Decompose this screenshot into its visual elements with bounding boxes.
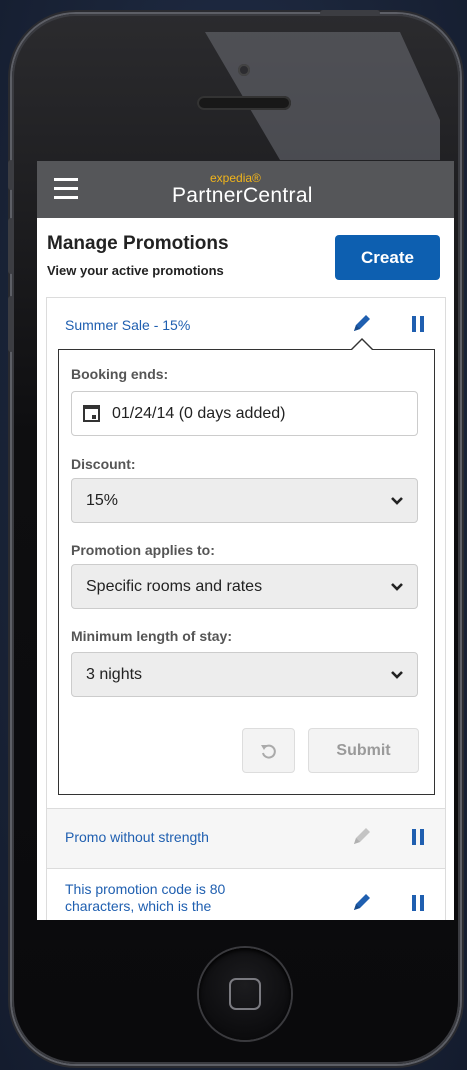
pencil-icon[interactable] (351, 891, 373, 913)
promotion-name-line: This promotion code is 80 (65, 881, 226, 897)
promotion-row: Promo without strength (47, 808, 445, 868)
min-stay-label: Minimum length of stay: (71, 628, 232, 644)
promotion-row: Summer Sale - 15% (47, 298, 445, 349)
app-screen: expedia® PartnerCentral Manage Promotion… (37, 161, 454, 920)
calendar-icon (83, 405, 100, 422)
discount-value: 15% (86, 492, 119, 509)
applies-to-label: Promotion applies to: (71, 542, 215, 558)
promotion-list: Summer Sale - 15% Booking ends: 01/24/14… (46, 297, 446, 920)
min-stay-value: 3 nights (86, 666, 143, 683)
pause-icon[interactable] (412, 316, 424, 332)
applies-to-select[interactable]: Specific rooms and rates (71, 564, 418, 609)
create-button[interactable]: Create (335, 235, 440, 280)
power-button (320, 10, 380, 16)
promotion-name-link[interactable]: Promo without strength (65, 829, 209, 845)
booking-ends-label: Booking ends: (71, 366, 169, 382)
speaker-grille (197, 96, 291, 110)
pencil-icon (354, 828, 370, 844)
home-square-icon (229, 978, 261, 1010)
chevron-down-icon (391, 671, 403, 679)
top-bar: expedia® PartnerCentral (37, 161, 454, 218)
pause-icon[interactable] (412, 895, 424, 911)
min-stay-select[interactable]: 3 nights (71, 652, 418, 697)
pause-icon[interactable] (412, 829, 424, 845)
applies-to-value: Specific rooms and rates (86, 578, 263, 595)
page-title: Manage Promotions (47, 233, 229, 254)
row-divider (47, 808, 445, 809)
pencil-icon[interactable] (351, 312, 373, 334)
brand-small-text: expedia® (210, 171, 261, 185)
brand-name: PartnerCentral (172, 184, 313, 207)
reset-button[interactable] (242, 728, 295, 773)
undo-icon (261, 744, 276, 759)
page-subtitle: View your active promotions (47, 263, 224, 278)
discount-label: Discount: (71, 456, 136, 472)
front-camera (238, 64, 250, 76)
volume-up-button (8, 218, 14, 274)
volume-down-button (8, 296, 14, 352)
booking-ends-value: 01/24/14 (0 days added) (112, 405, 286, 422)
chevron-down-icon (391, 583, 403, 591)
promotion-row: This promotion code is 80 characters, wh… (47, 869, 445, 920)
discount-select[interactable]: 15% (71, 478, 418, 523)
chevron-down-icon (391, 497, 403, 505)
mute-switch (8, 160, 14, 190)
booking-ends-field[interactable]: 01/24/14 (0 days added) (71, 391, 418, 436)
promotion-name-line: characters, which is the (65, 898, 212, 914)
menu-icon[interactable] (54, 178, 78, 200)
edit-promotion-panel: Booking ends: 01/24/14 (0 days added) Di… (58, 338, 435, 795)
promotion-name-link[interactable]: Summer Sale - 15% (65, 317, 190, 333)
panel-pointer-fill (351, 340, 373, 351)
promotion-name-link[interactable]: This promotion code is 80 characters, wh… (65, 881, 225, 915)
submit-button[interactable]: Submit (308, 728, 419, 773)
